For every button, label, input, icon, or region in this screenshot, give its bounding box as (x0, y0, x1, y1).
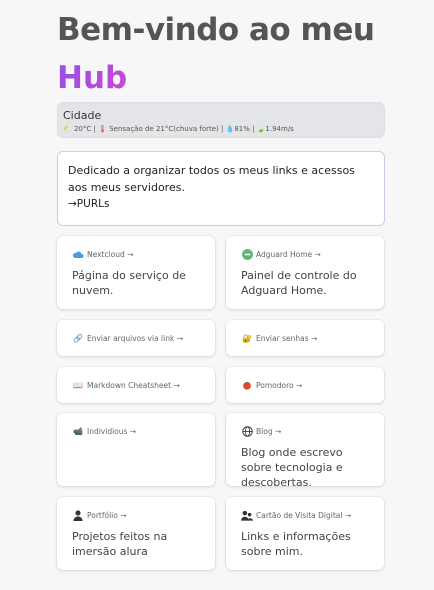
thermometer-icon: 🌡 (98, 125, 107, 133)
video-camera-icon: 📹 (73, 426, 83, 436)
card-title: Cartão de Visita Digital → (256, 510, 352, 520)
sun-cloud-icon: ⛅ (63, 125, 72, 133)
key-lock-icon: 🔐 (242, 333, 252, 343)
leaf-icon: 🍃 (256, 125, 266, 133)
card-description: Links e informações sobre mim. (241, 530, 351, 558)
intro-box: Dedicado a organizar todos os meus links… (57, 151, 385, 226)
purls-link[interactable]: →PURLs (68, 196, 374, 213)
weather-temp: 20°C (73, 125, 92, 133)
card-business-card[interactable]: Cartão de Visita Digital → Links e infor… (226, 497, 384, 570)
tomato-icon (241, 379, 253, 391)
card-title: Adguard Home → (256, 249, 321, 259)
card-markdown[interactable]: 📖 Markdown Cheatsheet → (57, 367, 215, 403)
card-nextcloud[interactable]: Nextcloud → Página do serviço de nuvem. (57, 236, 215, 309)
weather-feels: Sensação de 21°C(chuva forte) (109, 125, 219, 133)
card-blog[interactable]: Blog → Blog onde escrevo sobre tecnologi… (226, 413, 384, 489)
users-icon (241, 509, 253, 521)
adguard-icon (241, 248, 253, 260)
page-title: Bem-vindo ao meu (57, 12, 375, 48)
cloud-icon (72, 248, 84, 260)
card-adguard[interactable]: Adguard Home → Painel de controle do Adg… (226, 236, 384, 309)
card-portfolio[interactable]: Portfólio → Projetos feitos na imersão a… (57, 497, 215, 570)
card-title: Blog → (256, 426, 282, 436)
user-icon (72, 509, 84, 521)
card-title: Enviar arquivos via link → (87, 333, 183, 343)
card-individious[interactable]: 📹 Individious → (57, 413, 215, 486)
link-icon: 🔗 (73, 333, 83, 343)
card-send-files[interactable]: 🔗 Enviar arquivos via link → (57, 320, 215, 356)
card-title: Markdown Cheatsheet → (87, 380, 180, 390)
globe-icon (241, 425, 253, 437)
card-title: Nextcloud → (87, 249, 134, 259)
card-description: Projetos feitos na imersão alura (72, 530, 168, 558)
card-title: Enviar senhas → (256, 333, 318, 343)
notebook-icon: 📖 (73, 380, 83, 390)
card-title: Portfólio → (87, 510, 127, 520)
weather-wind: 1.94m/s (265, 125, 294, 133)
page: Bem-vindo ao meu Hub Cidade ⛅ 20°C | 🌡 S… (0, 0, 434, 590)
card-title: Pomodoro → (256, 380, 303, 390)
weather-widget: Cidade ⛅ 20°C | 🌡 Sensação de 21°C(chuva… (57, 102, 385, 138)
weather-city: Cidade (63, 109, 102, 122)
card-description: Blog onde escrevo sobre tecnologia e des… (241, 446, 343, 489)
card-description: Página do serviço de nuvem. (72, 269, 186, 297)
card-send-passwords[interactable]: 🔐 Enviar senhas → (226, 320, 384, 356)
page-title-hub: Hub (57, 60, 128, 96)
card-pomodoro[interactable]: Pomodoro → (226, 367, 384, 403)
weather-details: ⛅ 20°C | 🌡 Sensação de 21°C(chuva forte)… (63, 125, 294, 133)
intro-text: Dedicado a organizar todos os meus links… (68, 164, 355, 194)
card-title: Individious → (87, 426, 137, 436)
droplet-icon: 💧 (225, 125, 235, 133)
card-description: Painel de controle do Adguard Home. (241, 269, 357, 297)
weather-humidity: 81% (234, 125, 250, 133)
